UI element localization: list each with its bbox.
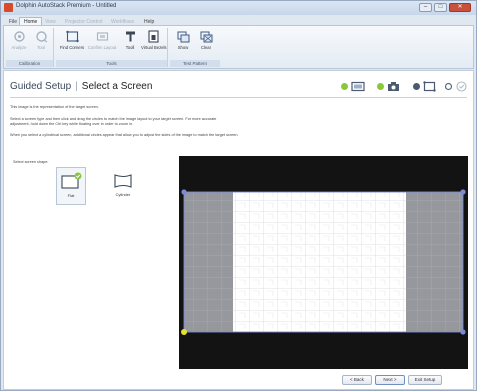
description-line-3: adjustment, hold down the Ctrl key while… [10,122,134,126]
screen-preview-canvas[interactable] [179,156,468,369]
ribbon-group-tools: Find Corners Confirm Layout Tooll Virtua… [56,28,168,67]
flat-screen-icon [61,172,82,189]
cylinder-screen-icon [114,174,132,188]
cylinder-shape-option[interactable]: Cylinder [108,167,138,205]
maximize-button[interactable]: □ [434,3,447,12]
ribbon-group-label: Test Pattern [170,60,220,67]
screen-step-icon[interactable] [351,81,365,92]
analyze-icon [13,31,25,42]
step-indicator [339,81,469,92]
analyze-button[interactable]: Analyze [8,29,30,58]
tool-icon [35,31,47,43]
step-complete-icon [377,83,384,90]
window-title: Dolphin AutoStack Premium - Untitled [16,3,117,9]
description-line-4: When you select a cylindrical screen, ad… [10,133,239,137]
ribbon-group-label: Tools [56,60,167,67]
corner-handle-bottom-right[interactable] [460,329,466,335]
confirm-layout-icon [96,32,108,41]
cylinder-shape-label: Cylinder [115,192,131,197]
find-corners-button[interactable]: Find Corners [59,29,85,58]
header-divider [10,97,467,98]
ribbon-group-label: Calibration [6,60,53,67]
step-pending-icon [444,82,453,91]
page-title: Guided Setup | Select a Screen [10,81,153,92]
step-complete-icon [341,83,348,90]
virtual-bezels-icon [148,30,159,43]
tooll-icon [125,31,135,42]
title-bar: Dolphin AutoStack Premium - Untitled – □… [1,1,476,15]
right-shaded-region [406,192,463,332]
minimize-button[interactable]: – [419,3,432,12]
left-shaded-region [184,192,233,332]
corner-handle-top-right[interactable] [460,189,466,195]
confirm-layout-button[interactable]: Confirm Layout [87,29,117,58]
final-step-icon[interactable] [455,81,468,92]
tool-button[interactable]: Tool [30,29,52,58]
ribbon-group-calibration: Analyze Tool Calibration [6,28,54,67]
show-pattern-icon [177,31,189,43]
description-line-1: This image is the representation of the … [10,105,99,109]
screen-shape-label: Select screen shape: [13,160,49,164]
corners-step-icon[interactable] [423,81,436,92]
corner-handle-top-left[interactable] [181,189,187,195]
camera-step-icon[interactable] [387,81,400,92]
app-window: Dolphin AutoStack Premium - Untitled – □… [0,0,477,391]
tooll-button[interactable]: Tooll [119,29,141,58]
find-corners-icon [65,30,79,43]
clear-pattern-button[interactable]: Clear [195,29,217,58]
guided-setup-panel: Guided Setup | Select a Screen This image … [3,70,474,390]
app-logo-icon [4,3,13,12]
ribbon: Analyze Tool Calibration Find Corners Co… [3,25,474,69]
virtual-bezels-button[interactable]: Virtual Bezels [141,29,167,58]
back-button[interactable]: < Back [342,375,372,385]
exit-setup-button[interactable]: Exit Setup [408,375,442,385]
step-current-icon [413,83,420,90]
next-button[interactable]: Next > [375,375,405,385]
flat-shape-label: Flat [67,193,75,198]
clear-pattern-icon [200,31,212,43]
ribbon-group-test-pattern: Show Clear Test Pattern [170,28,220,67]
corner-handle-bottom-left[interactable] [181,329,187,335]
flat-shape-option[interactable]: Flat [56,167,86,205]
screen-preview[interactable] [179,156,468,369]
close-button[interactable]: ✕ [449,3,471,12]
show-pattern-button[interactable]: Show [172,29,194,58]
